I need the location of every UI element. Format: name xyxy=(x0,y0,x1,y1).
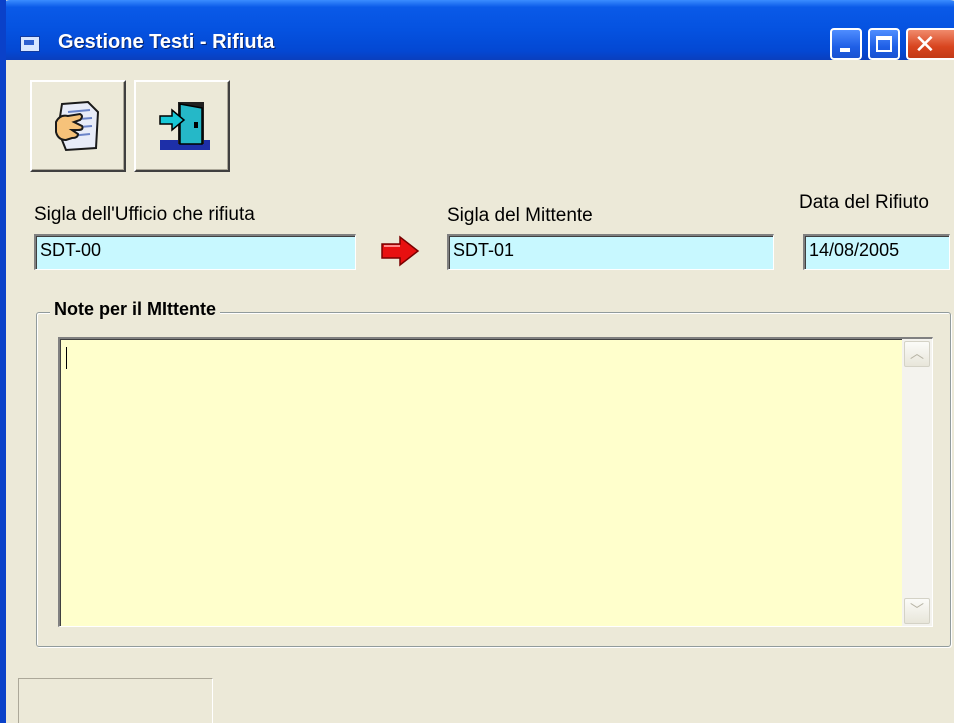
maximize-button[interactable] xyxy=(868,28,900,60)
rejection-date-field[interactable]: 14/08/2005 xyxy=(803,234,950,270)
chevron-up-icon: ︿ xyxy=(910,346,924,362)
sender-label: Sigla del Mittente xyxy=(447,205,593,226)
minimize-icon xyxy=(840,48,850,52)
close-icon: ✕ xyxy=(914,30,936,60)
office-label: Sigla dell'Ufficio che rifiuta xyxy=(34,204,255,225)
reject-document-icon xyxy=(55,100,100,152)
text-caret xyxy=(66,347,67,369)
office-code-field[interactable]: SDT-00 xyxy=(34,234,356,270)
red-arrow-right-icon xyxy=(381,235,420,267)
maximize-icon xyxy=(876,36,892,52)
date-label: Data del Rifiuto xyxy=(799,192,929,213)
minimize-button[interactable] xyxy=(830,28,862,60)
application-window: Gestione Testi - Rifiuta ✕ Sigla dell'Uf… xyxy=(0,0,954,723)
reject-button[interactable] xyxy=(30,80,126,172)
status-bar-panel xyxy=(18,678,213,723)
exit-button[interactable] xyxy=(134,80,230,172)
notes-textarea[interactable]: ︿ ﹀ xyxy=(58,337,933,627)
close-button[interactable]: ✕ xyxy=(906,28,954,60)
exit-door-icon xyxy=(159,102,210,150)
app-window-icon[interactable] xyxy=(20,36,40,52)
scroll-down-button[interactable]: ﹀ xyxy=(904,598,930,624)
window-title: Gestione Testi - Rifiuta xyxy=(58,31,275,53)
scroll-up-button[interactable]: ︿ xyxy=(904,341,930,367)
notes-scrollbar[interactable]: ︿ ﹀ xyxy=(902,339,932,626)
notes-group-title: Note per il MIttente xyxy=(50,299,221,320)
chevron-down-icon: ﹀ xyxy=(910,603,924,619)
sender-code-field[interactable]: SDT-01 xyxy=(447,234,774,270)
title-bar[interactable]: Gestione Testi - Rifiuta ✕ xyxy=(6,0,954,60)
